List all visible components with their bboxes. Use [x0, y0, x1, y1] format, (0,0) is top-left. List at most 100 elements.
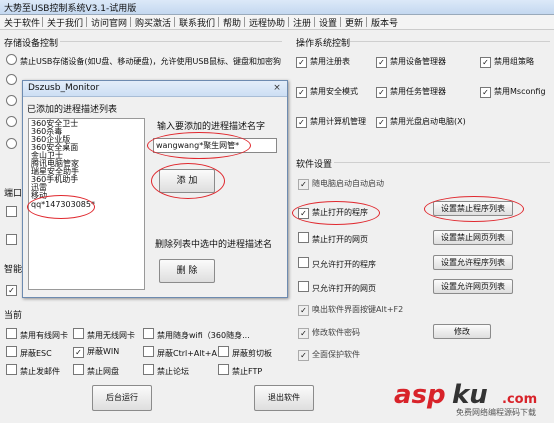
check-disable-computer-management[interactable]: 禁用计算机管理 [296, 116, 366, 128]
checkbox-icon [73, 364, 84, 375]
checkbox-icon [296, 117, 307, 128]
check-disable-msconfig[interactable]: 禁用Msconfig [480, 86, 546, 98]
menu-settings[interactable]: 设置 [319, 16, 337, 29]
check-block-ftp[interactable]: 禁止FTP [218, 364, 262, 376]
storage-radio-5[interactable] [6, 138, 20, 150]
current-label: 当前 [4, 311, 23, 321]
exit-software-button[interactable]: 退出软件 [254, 385, 314, 411]
radio-icon [6, 95, 17, 106]
background-run-button[interactable]: 后台运行 [92, 385, 152, 411]
check-disable-safe-mode[interactable]: 禁用安全模式 [296, 86, 358, 98]
watermark-brand-a: asp [394, 380, 446, 410]
menu-about-software[interactable]: 关于软件 [4, 16, 40, 29]
check-block-webpages[interactable]: 禁止打开的网页 [298, 232, 368, 244]
port-check[interactable] [6, 206, 20, 218]
radio-icon [6, 116, 17, 127]
check-block-clipboard[interactable]: 屏蔽剪切板 [218, 346, 272, 358]
checkbox-icon [298, 305, 309, 316]
storage-radio-3[interactable] [6, 95, 20, 107]
radio-icon [6, 74, 17, 85]
check-disable-task-manager[interactable]: 禁用任务管理器 [376, 86, 446, 98]
menu-official-site[interactable]: 访问官网 [91, 16, 127, 29]
delete-label: 删除列表中选中的进程描述名 [155, 240, 273, 250]
checkbox-icon [218, 346, 229, 357]
check-disable-device-manager[interactable]: 禁用设备管理器 [376, 56, 446, 68]
storage-radio-4[interactable] [6, 116, 20, 128]
check-change-password[interactable]: 修改软件密码 [298, 327, 360, 339]
menu-about-us[interactable]: 关于我们 [47, 16, 83, 29]
radio-icon [6, 54, 17, 65]
smart-label: 智能 [4, 265, 23, 275]
checkbox-icon [143, 364, 154, 375]
set-allow-webpages-button[interactable]: 设置允许网页列表 [433, 279, 513, 294]
check-full-protection[interactable]: 全面保护软件 [298, 349, 360, 361]
checkbox-icon [6, 364, 17, 375]
list-label: 已添加的进程描述列表 [27, 105, 118, 115]
menu-help[interactable]: 帮助 [223, 16, 241, 29]
check-block-win[interactable]: 屏蔽WIN [73, 346, 119, 358]
storage-radio-2[interactable] [6, 74, 20, 86]
checkbox-icon [6, 328, 17, 339]
window-titlebar: 大势至USB控制系统V3.1-试用版 [0, 0, 554, 15]
monitor-dialog: Dszusb_Monitor × 已添加的进程描述列表 360安全卫士 360杀… [22, 80, 288, 298]
check-block-netdisk[interactable]: 禁止网盘 [73, 364, 119, 376]
input-label: 输入要添加的进程描述名字 [157, 122, 266, 132]
checkbox-icon [73, 347, 84, 358]
checkbox-icon [6, 346, 17, 357]
menu-version[interactable]: 版本号 [371, 16, 398, 29]
checkbox-icon [298, 232, 309, 243]
storage-option[interactable]: 禁止USB存储设备(如U盘、移动硬盘)，允许使用USB鼠标、键盘和加密狗 [6, 54, 281, 66]
check-disable-group-policy[interactable]: 禁用组策略 [480, 56, 534, 68]
smart-check[interactable] [6, 284, 20, 296]
check-allow-webpages[interactable]: 只允许打开的网页 [298, 281, 376, 293]
checkbox-icon [6, 206, 17, 217]
os-group-title: 操作系统控制 [296, 39, 351, 49]
watermark-brand-b: ku [452, 380, 488, 410]
change-password-button[interactable]: 修改 [433, 324, 491, 339]
dialog-titlebar: Dszusb_Monitor × [23, 81, 287, 97]
check-block-email[interactable]: 禁止发邮件 [6, 364, 60, 376]
checkbox-icon [376, 57, 387, 68]
check-allow-programs[interactable]: 只允许打开的程序 [298, 257, 376, 269]
check-autostart[interactable]: 随电脑启动自动启动 [298, 178, 384, 190]
check-disable-portable-wifi[interactable]: 禁用随身wifi（360随身... [143, 328, 250, 340]
checkbox-icon [143, 346, 154, 357]
annotation-oval-block-programs [292, 201, 380, 225]
checkbox-icon [6, 234, 17, 245]
watermark-brand-c: .com [502, 392, 537, 407]
port-label: 端口 [4, 189, 23, 199]
check-block-esc[interactable]: 屏蔽ESC [6, 346, 52, 358]
set-block-webpages-button[interactable]: 设置禁止网页列表 [433, 230, 513, 245]
checkbox-icon [480, 87, 491, 98]
checkbox-icon [6, 285, 17, 296]
checkbox-icon [298, 350, 309, 361]
close-icon[interactable]: × [270, 82, 284, 94]
checkbox-icon [73, 328, 84, 339]
menu-contact[interactable]: 联系我们 [179, 16, 215, 29]
checkbox-icon [298, 257, 309, 268]
menu-remote[interactable]: 远程协助 [249, 16, 285, 29]
check-block-ctrl-alt-a[interactable]: 屏蔽Ctrl+Alt+A [143, 346, 217, 358]
check-disable-wired[interactable]: 禁用有线网卡 [6, 328, 68, 340]
check-hotkey[interactable]: 唤出软件界面按键Alt+F2 [298, 304, 403, 316]
checkbox-icon [376, 117, 387, 128]
delete-button[interactable]: 删 除 [159, 259, 215, 283]
check-disable-wireless[interactable]: 禁用无线网卡 [73, 328, 135, 340]
checkbox-icon [298, 179, 309, 190]
soft-group-title: 软件设置 [296, 160, 333, 170]
checkbox-icon [296, 57, 307, 68]
menu-buy[interactable]: 购买激活 [135, 16, 171, 29]
check-disable-registry[interactable]: 禁用注册表 [296, 56, 350, 68]
check-block-forum[interactable]: 禁止论坛 [143, 364, 189, 376]
checkbox-icon [218, 364, 229, 375]
menu-register[interactable]: 注册 [293, 16, 311, 29]
checkbox-icon [298, 281, 309, 292]
menu-bar: 关于软件 关于我们 访问官网 购买激活 联系我们 帮助 远程协助 注册 设置 更… [0, 15, 554, 30]
check-disable-cd-boot[interactable]: 禁用光盘启动电脑(X) [376, 116, 466, 128]
checkbox-icon [376, 87, 387, 98]
port-check-2[interactable] [6, 234, 20, 246]
menu-update[interactable]: 更新 [345, 16, 363, 29]
dialog-title: Dszusb_Monitor [28, 83, 100, 93]
set-allow-programs-button[interactable]: 设置允许程序列表 [433, 255, 513, 270]
annotation-oval-list-item [27, 195, 95, 219]
